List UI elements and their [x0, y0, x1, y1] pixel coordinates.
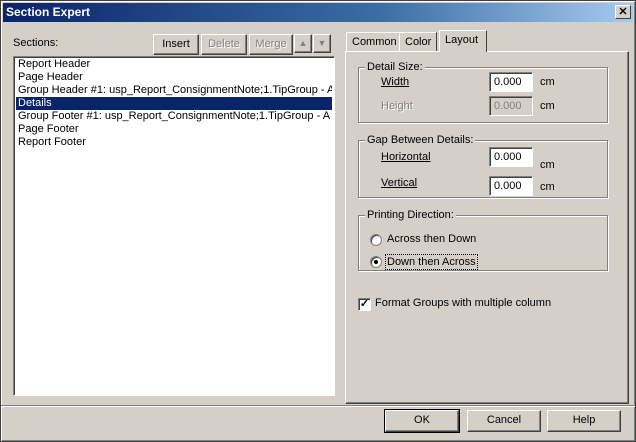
move-down-icon[interactable]: ▼ [313, 34, 331, 53]
gap-legend: Gap Between Details: [365, 134, 476, 146]
across-then-down-radio[interactable] [370, 234, 382, 246]
radio-dot [374, 260, 378, 264]
down-then-across-radio[interactable] [370, 256, 382, 268]
list-item[interactable]: Group Footer #1: usp_Report_ConsignmentN… [16, 110, 332, 123]
detail-size-group: Detail Size: Width 0.000 cm Height 0.000… [358, 61, 608, 123]
height-unit: cm [540, 100, 555, 112]
height-label: Height [381, 100, 413, 112]
section-expert-dialog: Section Expert ✕ Sections: Insert Delete… [0, 0, 636, 442]
horizontal-unit: cm [540, 159, 555, 171]
printing-direction-legend: Printing Direction: [365, 209, 456, 221]
title-bar[interactable]: Section Expert ✕ [3, 3, 633, 22]
vertical-input[interactable]: 0.000 [489, 176, 533, 196]
printing-direction-group: Printing Direction: Across then Down Dow… [358, 209, 608, 271]
ok-button[interactable]: OK [384, 409, 460, 433]
down-then-across-label[interactable]: Down then Across [385, 254, 478, 270]
window-title: Section Expert [6, 5, 91, 19]
delete-button[interactable]: Delete [201, 34, 247, 55]
across-then-down-label[interactable]: Across then Down [387, 233, 476, 245]
height-input[interactable]: 0.000 [489, 96, 533, 116]
list-item[interactable]: Report Footer [16, 136, 332, 149]
width-label-text: Width [381, 76, 410, 88]
tab-layout[interactable]: Layout [439, 30, 487, 52]
sections-label: Sections: [13, 37, 59, 49]
width-label: Width [381, 76, 409, 88]
footer-separator [1, 405, 635, 407]
insert-button[interactable]: Insert [153, 34, 199, 55]
close-icon[interactable]: ✕ [615, 5, 631, 19]
move-up-icon[interactable]: ▲ [294, 34, 312, 53]
list-item[interactable]: Page Header [16, 71, 332, 84]
detail-size-legend: Detail Size: [365, 61, 425, 73]
gap-between-details-group: Gap Between Details: Horizontal 0.000 cm… [358, 134, 608, 198]
format-groups-label[interactable]: Format Groups with multiple column [375, 297, 551, 309]
horizontal-input[interactable]: 0.000 [489, 147, 533, 167]
help-button[interactable]: Help [547, 410, 621, 432]
horizontal-label: Horizontal [381, 151, 431, 163]
width-input[interactable]: 0.000 [489, 72, 533, 92]
vertical-label: Vertical [381, 177, 418, 189]
list-item[interactable]: Report Header [16, 58, 332, 71]
format-groups-checkbox[interactable]: ✓ [358, 298, 371, 311]
cancel-button[interactable]: Cancel [467, 410, 541, 432]
tab-common[interactable]: Common [346, 32, 403, 52]
list-item[interactable]: Page Footer [16, 123, 332, 136]
list-item-selected[interactable]: Details [16, 97, 332, 110]
merge-button[interactable]: Merge [249, 34, 293, 55]
tab-color[interactable]: Color [399, 32, 438, 52]
sections-list[interactable]: Report Header Page Header Group Header #… [13, 56, 335, 396]
list-item[interactable]: Group Header #1: usp_Report_ConsignmentN… [16, 84, 332, 97]
vertical-unit: cm [540, 181, 555, 193]
width-unit: cm [540, 76, 555, 88]
